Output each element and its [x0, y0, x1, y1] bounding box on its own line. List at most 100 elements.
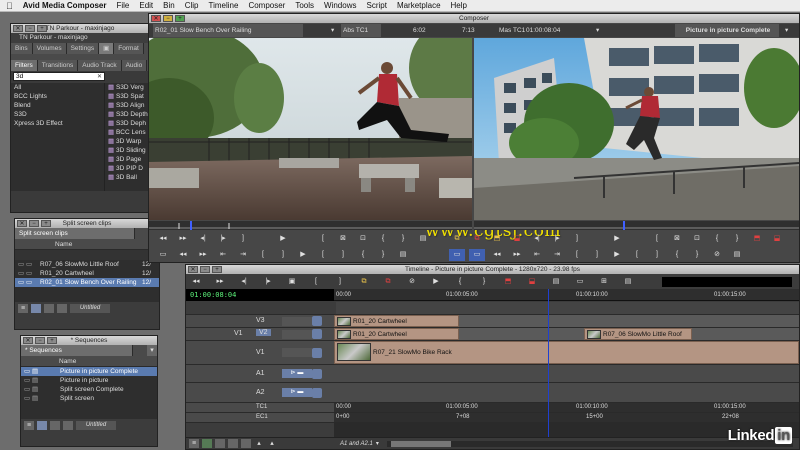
mark-in-alt-button[interactable]: [ — [315, 249, 331, 261]
rec-mark-in-button[interactable]: [ — [649, 233, 665, 245]
track-v3[interactable]: R01_20 Cartwheel — [334, 315, 799, 328]
tl-go-in-button[interactable]: { — [452, 276, 468, 288]
rec-add-edit-button[interactable]: ⊘ — [709, 249, 725, 261]
menu-composer[interactable]: Composer — [248, 1, 285, 10]
list-item[interactable]: ▭ ▭ R07_06 SlowMo Little Roof 12/ — [15, 260, 159, 269]
toggle-monitor-icon[interactable] — [215, 439, 225, 448]
effect-item[interactable]: ▦ 3D Warp — [105, 137, 149, 146]
source-track-v1[interactable]: V1 — [234, 330, 243, 337]
record-monitor[interactable] — [474, 38, 799, 220]
rec-in-point-button[interactable]: [ — [569, 249, 585, 261]
splice-in-button[interactable]: ⧉ — [449, 233, 465, 245]
tl-mark-clip-button[interactable]: ▣ — [284, 276, 300, 288]
go-to-out-button[interactable]: } — [395, 233, 411, 245]
step-back-button[interactable]: ◂| — [195, 233, 211, 245]
track-header-v1[interactable]: V1 — [186, 341, 336, 365]
menu-timeline[interactable]: Timeline — [209, 1, 239, 10]
track-monitor-icon[interactable] — [312, 388, 322, 398]
list-item[interactable]: ▭ ▤ Split screen Complete — [21, 385, 157, 394]
column-name-header[interactable]: Name — [55, 241, 72, 248]
category-s3d[interactable]: S3D — [11, 110, 104, 119]
zoom-button[interactable]: + — [47, 337, 57, 344]
effect-search-input[interactable] — [13, 72, 105, 81]
track-header-v3[interactable]: V3 — [186, 315, 336, 328]
category-all[interactable]: All — [11, 83, 104, 92]
tab-format[interactable]: Format — [114, 43, 144, 54]
clip-v3-cartwheel[interactable]: R01_20 Cartwheel — [334, 315, 459, 327]
tl-step-back-button[interactable]: ◂| — [236, 276, 252, 288]
tl-in-button[interactable]: [ — [308, 276, 324, 288]
track-lock-icon[interactable] — [282, 317, 312, 326]
rec-mark-clip-button[interactable]: ⊠ — [669, 233, 685, 245]
rec-next-edit-button[interactable]: ⇥ — [549, 249, 565, 261]
track-header-tc1[interactable]: TC1 — [186, 403, 336, 413]
clip-v2-cartwheel[interactable]: R01_20 Cartwheel — [334, 328, 459, 340]
tab-transitions[interactable]: Transitions — [37, 60, 79, 71]
mark-out-button[interactable]: ] — [235, 233, 251, 245]
text-view-icon[interactable] — [37, 420, 47, 430]
frame-view-icon[interactable] — [44, 303, 54, 313]
category-blend[interactable]: Blend — [11, 101, 104, 110]
close-button[interactable]: ✕ — [17, 220, 27, 227]
record-tc-menu-icon[interactable]: ▾ — [596, 24, 599, 37]
tl-extract-button[interactable]: ⬓ — [524, 276, 540, 288]
add-edit-button[interactable]: ▤ — [395, 249, 411, 261]
rec-mark-in-alt-button[interactable]: [ — [629, 249, 645, 261]
track-v2[interactable]: R01_20 Cartwheel R07_06 SlowMo Little Ro… — [334, 328, 799, 341]
fast-menu-icon[interactable]: ≡ — [18, 303, 28, 313]
track-header-ec1[interactable]: EC1 — [186, 413, 336, 423]
tab-filters[interactable]: Filters — [11, 60, 38, 71]
go-out-alt-button[interactable]: } — [375, 249, 391, 261]
source-position-bar[interactable] — [149, 221, 472, 230]
rec-mark-out-alt-button[interactable]: ] — [649, 249, 665, 261]
tl-splice-button[interactable]: ⧉ — [356, 276, 372, 288]
tab-audio-track[interactable]: Audio Track — [78, 60, 122, 71]
tl-ff-button[interactable]: ▸▸ — [212, 276, 228, 288]
go-in-alt-button[interactable]: { — [355, 249, 371, 261]
effect-item[interactable]: ▦ 3D PIP D — [105, 164, 149, 173]
track-lock-icon[interactable] — [282, 348, 312, 357]
zoom-button[interactable]: + — [175, 15, 185, 22]
rec-play-loop-button[interactable]: ▶ — [609, 249, 625, 261]
menu-file[interactable]: File — [116, 1, 129, 10]
record-position-bar[interactable] — [474, 221, 799, 230]
minimize-button[interactable]: − — [200, 266, 210, 273]
tracks-menu-icon[interactable]: ▾ — [376, 440, 384, 447]
rec-go-out-button[interactable]: } — [729, 233, 745, 245]
close-button[interactable]: ✕ — [188, 266, 198, 273]
script-view-icon[interactable] — [57, 303, 67, 313]
match-frame-button[interactable]: ▤ — [415, 233, 431, 245]
close-button[interactable]: ✕ — [13, 25, 23, 32]
close-button[interactable]: ✕ — [151, 15, 161, 22]
record-track-icon[interactable] — [228, 439, 238, 448]
zoom-button[interactable]: + — [37, 25, 47, 32]
rec-mark-out-button[interactable]: ] — [569, 233, 585, 245]
effect-item[interactable]: ▦ 3D Page — [105, 155, 149, 164]
effect-item[interactable]: ▦ 3D Sliding — [105, 146, 149, 155]
list-item[interactable]: ▭ ▭ R02_01 Slow Bench Over Railing 12/ — [15, 278, 159, 287]
rec-jog-back-button[interactable]: ◂◂ — [489, 249, 505, 261]
mark-in-button[interactable]: [ — [315, 233, 331, 245]
list-item[interactable]: ▭ ▤ Split screen — [21, 394, 157, 403]
zoom-button[interactable]: + — [41, 220, 51, 227]
script-view-icon[interactable] — [63, 420, 73, 430]
tl-play-button[interactable]: ▶ — [428, 276, 444, 288]
next-edit-button[interactable]: ⇥ — [235, 249, 251, 261]
track-v1[interactable]: R07_21 SlowMo Bike Rack — [334, 341, 799, 365]
effect-item[interactable]: ▦ S3D Depth — [105, 110, 149, 119]
rec-out-point-button[interactable]: ] — [589, 249, 605, 261]
audio-volume-icon[interactable]: ⊳ ▬ — [282, 369, 312, 378]
zoom-button[interactable]: + — [212, 266, 222, 273]
tl-step-forward-button[interactable]: |▸ — [260, 276, 276, 288]
tl-overwrite-button[interactable]: ⧉ — [380, 276, 396, 288]
clear-search-icon[interactable]: ✕ — [97, 73, 102, 80]
rec-clear-marks-button[interactable]: ⊡ — [689, 233, 705, 245]
source-tc-label[interactable]: Abs TC1 — [341, 24, 381, 37]
segment-mode-button[interactable]: ▭ — [449, 249, 465, 261]
track-monitor-icon[interactable] — [312, 348, 322, 358]
column-name-header[interactable]: Name — [59, 358, 76, 365]
tab-audio[interactable]: Audio — [121, 60, 148, 71]
source-clip-name[interactable]: R02_01 Slow Bench Over Railing — [153, 24, 303, 37]
timeline-ruler[interactable]: 00:00 01:00:05:00 01:00:10:00 01:00:15:0… — [334, 289, 799, 301]
rec-go-out-alt-button[interactable]: } — [689, 249, 705, 261]
